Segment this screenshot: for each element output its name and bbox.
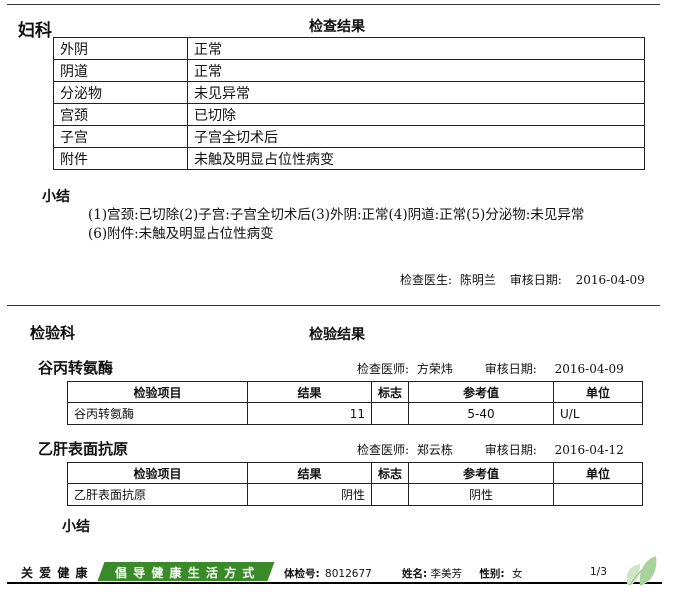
test-name: 乙肝表面抗原 (38, 440, 129, 458)
exam-no-label: 体检号: (284, 568, 320, 580)
row-item-value: 正常 (187, 37, 645, 60)
cell-result: 阴性 (247, 483, 372, 506)
top-rule (7, 4, 660, 5)
gyn-summary-title: 小结 (42, 189, 70, 205)
cell-flag (371, 483, 409, 506)
review-label: 审核日期: (509, 273, 562, 287)
cell-ref: 阴性 (408, 483, 554, 506)
patient-info: 姓名: 李美芳 性别: 女 (402, 566, 522, 581)
table-header-row: 检验项目 结果 标志 参考值 单位 (67, 462, 643, 484)
tech-name: 郑云栋 (416, 443, 453, 457)
cell-result: 11 (247, 402, 372, 425)
table-row: 乙肝表面抗原 阴性 阴性 (67, 483, 643, 506)
lab-dept-title: 检验科 (30, 324, 76, 342)
lab-summary-title: 小结 (62, 519, 90, 535)
test-name: 谷丙转氨酶 (38, 359, 114, 377)
review-date: 2016-04-12 (554, 443, 624, 457)
cell-item: 乙肝表面抗原 (67, 483, 248, 506)
col-header-flag: 标志 (371, 381, 409, 403)
review-label: 审核日期: (484, 443, 537, 457)
tech-label: 检查医师: (357, 443, 410, 457)
col-header-result: 结果 (247, 381, 372, 403)
gyn-result-table: 外阴 正常 阴道 正常 分泌物 未见异常 宫颈 已切除 子宫 子宫全切术后 附件 未触及明显占位性病变 (53, 37, 645, 170)
review-label: 审核日期: (484, 362, 537, 376)
cell-ref: 5-40 (408, 402, 554, 425)
tech-name: 方荣炜 (416, 362, 453, 376)
page-footer: 关 爱 健 康 倡 导 健 康 生 活 方 式 体检号: 8012677 姓名:… (7, 560, 662, 584)
table-row: 外阴 正常 (53, 37, 645, 60)
leaf-logo-icon (626, 556, 657, 586)
table-row: 宫颈 已切除 (53, 103, 645, 126)
doctor-label: 检查医生: (400, 273, 453, 287)
row-item-value: 未触及明显占位性病变 (187, 147, 645, 170)
row-item-label: 外阴 (53, 37, 188, 60)
row-item-label: 附件 (53, 147, 188, 170)
row-item-value: 子宫全切术后 (187, 125, 645, 148)
slogan-right: 倡 导 健 康 生 活 方 式 (115, 566, 256, 580)
col-header-item: 检验项目 (67, 462, 248, 484)
table-header-row: 检验项目 结果 标志 参考值 单位 (67, 381, 643, 403)
cell-item: 谷丙转氨酶 (67, 402, 248, 425)
table-row: 谷丙转氨酶 11 5-40 U/L (67, 402, 643, 425)
col-header-flag: 标志 (371, 462, 409, 484)
gyn-dept-title: 妇科 (18, 21, 52, 41)
name-value: 李美芳 (430, 568, 463, 580)
table-row: 分泌物 未见异常 (53, 81, 645, 104)
page-number: 1/3 (590, 566, 607, 578)
row-item-label: 子宫 (53, 125, 188, 148)
slogan-left: 关 爱 健 康 (21, 566, 89, 580)
gyn-result-title: 检查结果 (309, 19, 365, 35)
gyn-summary-line: (1)宫颈:已切除(2)子宫:子宫全切术后(3)外阴:正常(4)阴道:正常(5)… (88, 207, 585, 223)
table-row: 附件 未触及明显占位性病变 (53, 147, 645, 170)
exam-number: 体检号: 8012677 (284, 566, 372, 581)
lab-result-table: 检验项目 结果 标志 参考值 单位 乙肝表面抗原 阴性 阴性 (67, 462, 643, 506)
col-header-unit: 单位 (553, 381, 643, 403)
cell-unit (553, 483, 643, 506)
test-signoff: 检查医师: 方荣炜 审核日期: 2016-04-09 (357, 360, 624, 377)
table-row: 子宫 子宫全切术后 (53, 125, 645, 148)
row-item-value: 未见异常 (187, 81, 645, 104)
section-divider (7, 305, 660, 306)
gyn-summary-line: (6)附件:未触及明显占位性病变 (88, 226, 274, 242)
review-date: 2016-04-09 (554, 362, 624, 376)
gender-label: 性别: (479, 568, 505, 580)
row-item-label: 阴道 (53, 59, 188, 82)
lab-result-title: 检验结果 (309, 327, 365, 343)
lab-result-table: 检验项目 结果 标志 参考值 单位 谷丙转氨酶 11 5-40 U/L (67, 381, 643, 425)
row-item-value: 已切除 (187, 103, 645, 126)
review-date: 2016-04-09 (575, 273, 645, 287)
cell-flag (371, 402, 409, 425)
name-label: 姓名: (402, 568, 428, 580)
table-row: 阴道 正常 (53, 59, 645, 82)
test-signoff: 检查医师: 郑云栋 审核日期: 2016-04-12 (357, 441, 624, 458)
row-item-label: 宫颈 (53, 103, 188, 126)
col-header-ref: 参考值 (408, 462, 554, 484)
doctor-name: 陈明兰 (459, 273, 496, 287)
gender-value: 女 (511, 568, 523, 580)
col-header-ref: 参考值 (408, 381, 554, 403)
row-item-label: 分泌物 (53, 81, 188, 104)
col-header-unit: 单位 (553, 462, 643, 484)
row-item-value: 正常 (187, 59, 645, 82)
exam-no-value: 8012677 (325, 568, 372, 580)
gyn-signoff: 检查医生: 陈明兰 审核日期: 2016-04-09 (400, 271, 645, 288)
gyn-summary: (1)宫颈:已切除(2)子宫:子宫全切术后(3)外阴:正常(4)阴道:正常(5)… (88, 206, 584, 244)
cell-unit: U/L (553, 402, 643, 425)
tech-label: 检查医师: (357, 362, 410, 376)
col-header-item: 检验项目 (67, 381, 248, 403)
col-header-result: 结果 (247, 462, 372, 484)
